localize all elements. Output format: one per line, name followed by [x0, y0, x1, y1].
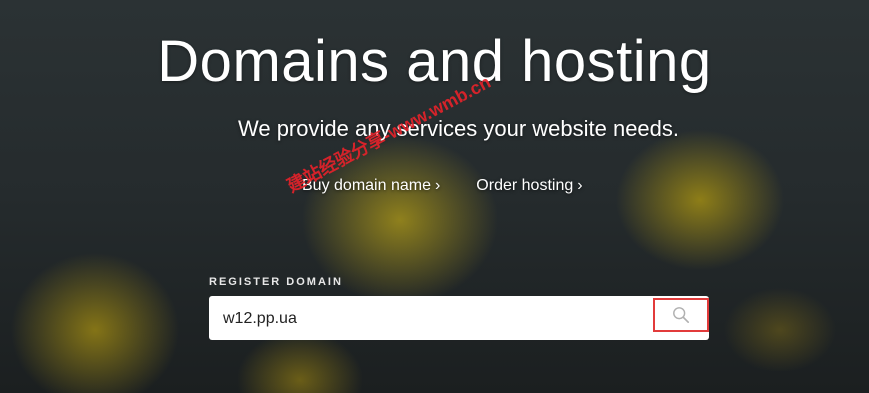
domain-search-input[interactable]: [221, 306, 645, 332]
chevron-right-icon: ›: [434, 177, 441, 194]
order-hosting-link[interactable]: Order hosting ›: [476, 177, 582, 195]
chevron-right-icon: ›: [577, 177, 583, 194]
domain-search-box: [209, 296, 709, 340]
search-button[interactable]: [653, 298, 709, 332]
hero-links: Buy domain name › Order hosting ›: [302, 177, 583, 195]
order-hosting-label: Order hosting: [476, 177, 574, 194]
search-icon: [673, 307, 690, 324]
page-title: Domains and hosting: [157, 29, 712, 94]
register-domain-label: REGISTER DOMAIN: [209, 276, 343, 288]
